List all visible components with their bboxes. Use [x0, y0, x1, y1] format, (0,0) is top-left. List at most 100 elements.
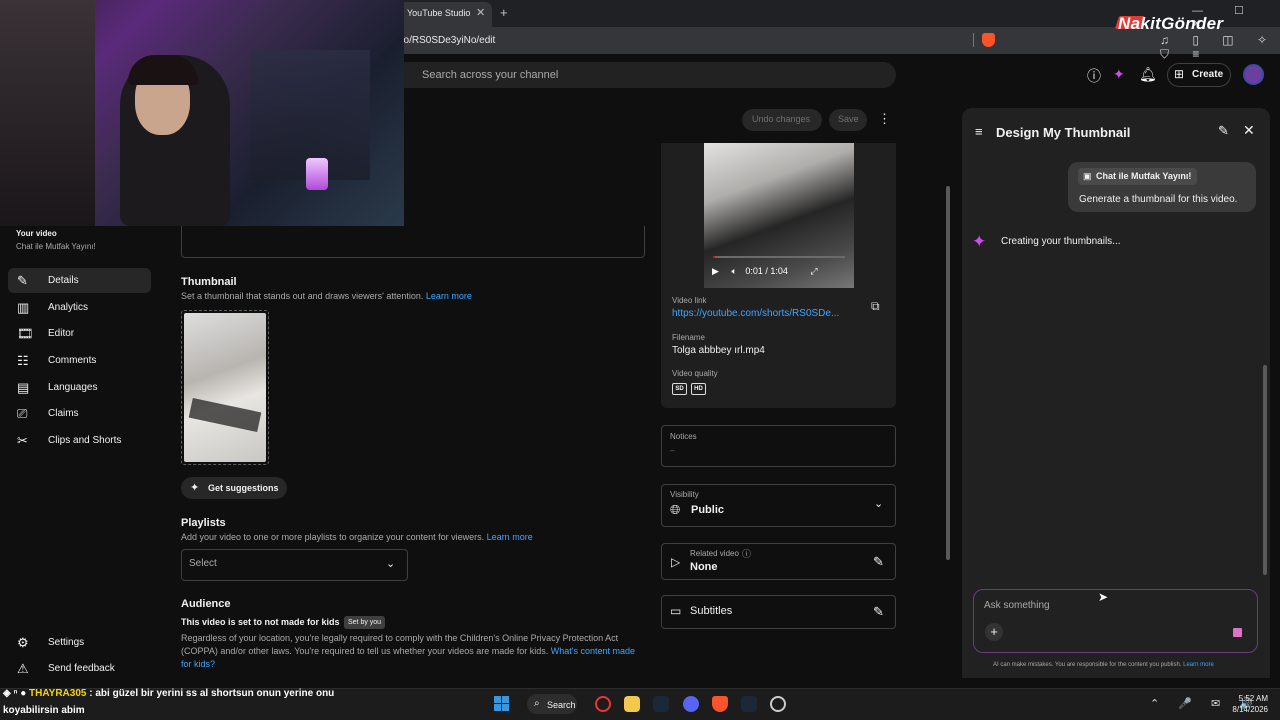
avatar[interactable]	[1243, 64, 1264, 85]
notifications-icon[interactable]: 🔔︎	[1139, 66, 1157, 83]
discord-icon[interactable]	[683, 696, 699, 712]
sparkle-icon: ✦	[190, 482, 200, 494]
thumbnail-desc-text: Set a thumbnail that stands out and draw…	[181, 291, 424, 301]
filename: Tolga abbbey ırl.mp4	[672, 345, 765, 356]
new-chat-icon[interactable]: ✎	[1218, 123, 1229, 139]
subtitles-label: Subtitles	[690, 605, 733, 617]
tab-close-icon[interactable]: ✕	[476, 6, 485, 19]
pencil-icon[interactable]: ✎	[873, 604, 884, 620]
get-suggestions-label: Get suggestions	[208, 483, 279, 493]
chevron-down-icon: ⌄	[386, 558, 396, 570]
ai-status-text: Creating your thumbnails...	[1001, 236, 1121, 247]
steam-icon[interactable]	[653, 696, 669, 712]
pencil-icon[interactable]: ✎	[873, 554, 884, 570]
video-camera-icon: ⊞	[1174, 67, 1185, 81]
search-placeholder: Search across your channel	[422, 69, 559, 81]
analytics-icon: ▥	[17, 300, 30, 315]
brave-icon[interactable]	[712, 696, 728, 712]
video-controls: ▶ 🔈︎ 0:01 / 1:04 ⤢	[712, 266, 818, 277]
thumbnail-image	[184, 313, 266, 462]
add-attachment-button[interactable]: +	[985, 623, 1003, 641]
visibility-value: Public	[691, 504, 725, 516]
info-icon[interactable]: ⓘ	[742, 547, 751, 560]
notices-label: Notices	[670, 432, 697, 441]
playlists-heading: Playlists	[181, 517, 226, 529]
sidebar-item-label: Settings	[48, 637, 85, 648]
new-tab-icon[interactable]: +	[500, 5, 508, 20]
thumbnail-preview[interactable]	[181, 310, 269, 465]
playlists-desc-text: Add your video to one or more playlists …	[181, 532, 485, 542]
windows-start-icon[interactable]	[494, 696, 510, 712]
sidebar-item-label: Comments	[48, 355, 97, 366]
visibility-label: Visibility	[670, 490, 699, 499]
related-video-label: Related video	[690, 549, 739, 558]
chat-message: : abi güzel bir yerini ss al shortsun on…	[86, 688, 335, 699]
menu-icon[interactable]: ≡	[975, 124, 983, 139]
chevron-down-icon: ⌄	[874, 498, 884, 510]
sidebar-item-claims[interactable]: ⎚ Claims	[8, 401, 151, 426]
ai-sparkle-icon[interactable]: ✦	[1113, 66, 1125, 83]
user-message-text: Generate a thumbnail for this video.	[1079, 194, 1238, 205]
sidebar-item-comments[interactable]: ☷ Comments	[8, 348, 151, 373]
sidebar-item-feedback[interactable]: ⚠ Send feedback	[8, 656, 151, 681]
brave-shield-icon[interactable]	[982, 33, 995, 47]
sidebar-item-settings[interactable]: ⚙ Settings	[8, 630, 151, 655]
sidebar-item-label: Details	[48, 275, 79, 286]
copy-icon[interactable]: ⧉	[871, 299, 880, 314]
close-icon[interactable]: ✕	[1243, 122, 1255, 139]
languages-icon: ▤	[17, 380, 30, 395]
clock-time: 5:52 AM	[1238, 694, 1268, 703]
video-icon: ▣	[1083, 171, 1092, 181]
video-link-label: Video link	[672, 296, 707, 305]
sidebar-item-clips-and-shorts[interactable]: ✂ Clips and Shorts	[8, 428, 151, 453]
claims-icon: ⎚	[17, 406, 28, 421]
fullscreen-icon[interactable]: ⤢	[810, 266, 817, 276]
video-link[interactable]: https://youtube.com/shorts/RS0SDe...	[672, 308, 839, 319]
pencil-icon: ✎	[17, 273, 28, 288]
video-progress-bar[interactable]	[713, 256, 845, 258]
sidebar-item-label: Send feedback	[48, 663, 115, 674]
ai-sparkle-icon: ✦	[972, 232, 987, 251]
opera-icon[interactable]	[595, 696, 611, 712]
browser-toolbar-icons[interactable]: ♫ ▯ ◫ ✧ ⛉ ≡	[1160, 33, 1280, 62]
sidebar-item-analytics[interactable]: ▥ Analytics	[8, 295, 151, 320]
ai-disclaimer-text: AI can make mistakes. You are responsibl…	[993, 662, 1182, 668]
play-outline-icon: ▷	[671, 555, 681, 569]
url-field[interactable]: eo/RS0SDe3yiNo/edit	[398, 35, 495, 46]
related-video-value: None	[690, 561, 718, 573]
sidebar-item-details[interactable]: ✎ Details	[8, 268, 151, 293]
thumbnail-desc: Set a thumbnail that stands out and draw…	[181, 291, 472, 301]
help-icon[interactable]: ⓘ	[1087, 66, 1101, 86]
ai-learn-more-link[interactable]: Learn more	[1183, 662, 1214, 668]
volume-icon[interactable]: 🔈︎	[731, 266, 736, 276]
sidebar-item-label: Clips and Shorts	[48, 435, 122, 446]
sidebar-item-editor[interactable]: 🎞 Editor	[8, 321, 151, 346]
webcam-overlay	[0, 0, 404, 226]
obs-icon[interactable]	[770, 696, 786, 712]
audience-desc: Regardless of your location, you're lega…	[181, 632, 641, 671]
playlists-learn-more-link[interactable]: Learn more	[487, 532, 533, 542]
ai-disclaimer: AI can make mistakes. You are responsibl…	[993, 662, 1214, 668]
stop-icon[interactable]	[1233, 628, 1242, 637]
video-quality-label: Video quality	[672, 369, 718, 378]
thumbnail-learn-more-link[interactable]: Learn more	[426, 291, 472, 301]
video-reference-chip: Chat ile Mutfak Yayını!	[1078, 168, 1198, 185]
description-field[interactable]	[181, 226, 645, 258]
filename-label: Filename	[672, 333, 705, 342]
comments-icon: ☷	[17, 353, 29, 368]
file-explorer-icon[interactable]	[624, 696, 640, 712]
steam-icon[interactable]	[741, 696, 757, 712]
playlists-desc: Add your video to one or more playlists …	[181, 532, 533, 542]
video-title: Chat ile Mutfak Yayını!	[16, 242, 96, 251]
ai-panel-scrollbar[interactable]	[1263, 365, 1267, 575]
url-divider	[973, 33, 974, 47]
more-options-icon[interactable]: ⋮	[878, 111, 891, 127]
video-progress-fill	[713, 256, 716, 258]
mouse-cursor-icon: ➤	[1098, 590, 1109, 604]
sidebar-item-languages[interactable]: ▤ Languages	[8, 375, 151, 400]
chat-overlay-line-1: ◈ ⁿ ● THAYRA305 : abi güzel bir yerini s…	[3, 688, 334, 699]
thumbnail-heading: Thumbnail	[181, 276, 237, 288]
ask-input[interactable]	[973, 589, 1258, 653]
play-icon[interactable]: ▶	[712, 266, 719, 276]
main-scrollbar[interactable]	[946, 186, 950, 560]
